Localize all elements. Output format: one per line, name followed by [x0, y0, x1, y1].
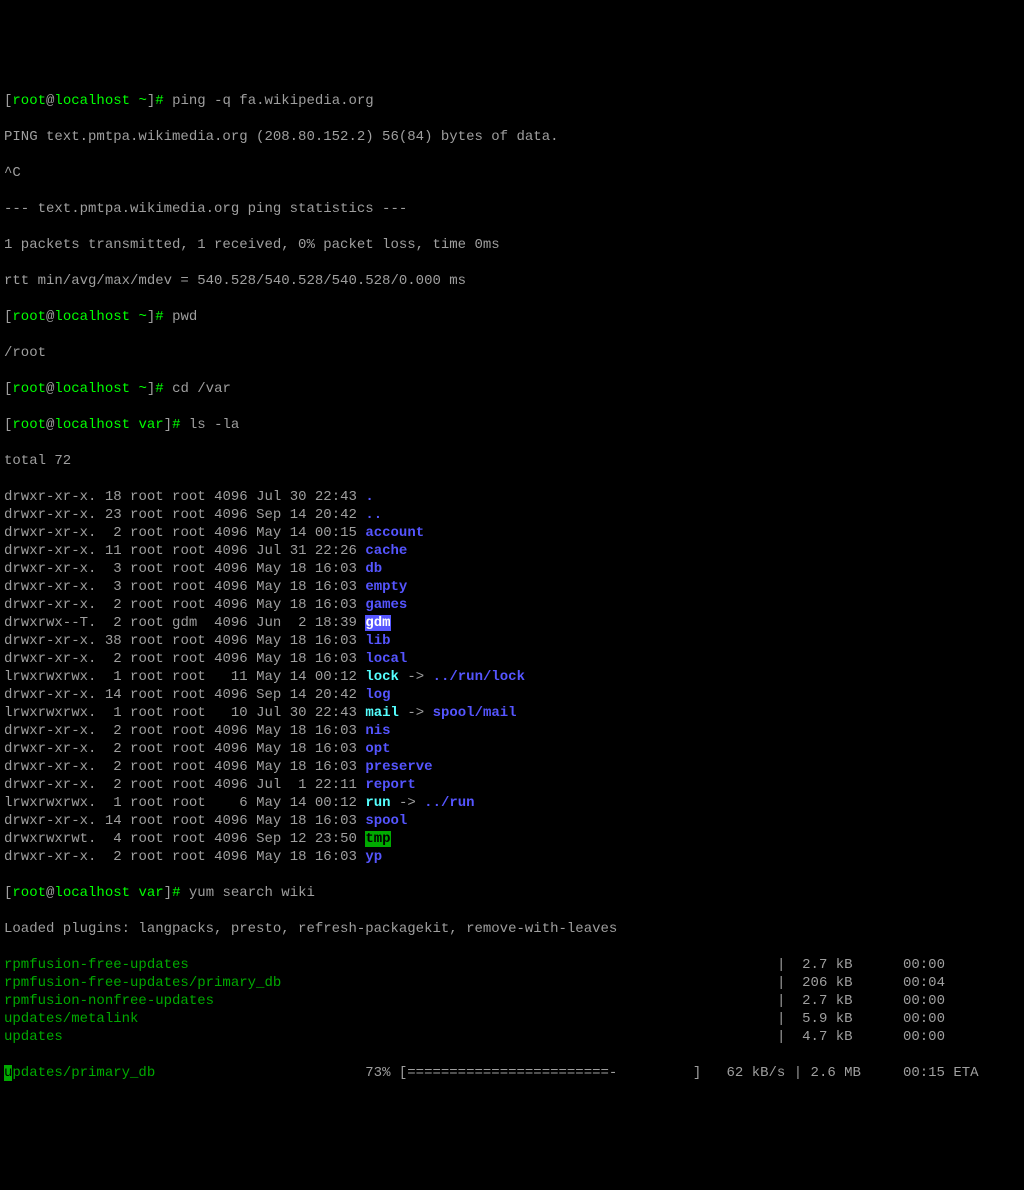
cmd-ping-line: [root@localhost ~]# ping -q fa.wikipedia… — [4, 92, 1020, 110]
ls-listing: drwxr-xr-x. 18 root root 4096 Jul 30 22:… — [4, 488, 1020, 866]
ls-row: drwxr-xr-x. 2 root root 4096 May 18 16:0… — [4, 740, 1020, 758]
yum-row: rpmfusion-free-updates | 2.7 kB 00:00 — [4, 956, 1020, 974]
ls-row: lrwxrwxrwx. 1 root root 6 May 14 00:12 r… — [4, 794, 1020, 812]
cmd-ls-line: [root@localhost var]# ls -la — [4, 416, 1020, 434]
yum-row: updates | 4.7 kB 00:00 — [4, 1028, 1020, 1046]
ping-out-5: rtt min/avg/max/mdev = 540.528/540.528/5… — [4, 272, 1020, 290]
terminal[interactable]: [root@localhost ~]# ping -q fa.wikipedia… — [4, 74, 1020, 1100]
ping-out-2: ^C — [4, 164, 1020, 182]
ls-row: drwxr-xr-x. 3 root root 4096 May 18 16:0… — [4, 560, 1020, 578]
yum-row: rpmfusion-nonfree-updates | 2.7 kB 00:00 — [4, 992, 1020, 1010]
ls-row: drwxr-xr-x. 11 root root 4096 Jul 31 22:… — [4, 542, 1020, 560]
ping-out-4: 1 packets transmitted, 1 received, 0% pa… — [4, 236, 1020, 254]
cmd-yum-line: [root@localhost var]# yum search wiki — [4, 884, 1020, 902]
ls-row: lrwxrwxrwx. 1 root root 11 May 14 00:12 … — [4, 668, 1020, 686]
ls-row: drwxr-xr-x. 2 root root 4096 May 18 16:0… — [4, 848, 1020, 866]
ls-row: drwxrwx--T. 2 root gdm 4096 Jun 2 18:39 … — [4, 614, 1020, 632]
ls-row: drwxrwxrwt. 4 root root 4096 Sep 12 23:5… — [4, 830, 1020, 848]
ls-row: drwxr-xr-x. 2 root root 4096 May 18 16:0… — [4, 722, 1020, 740]
ls-row: drwxr-xr-x. 38 root root 4096 May 18 16:… — [4, 632, 1020, 650]
ls-row: drwxr-xr-x. 2 root root 4096 May 18 16:0… — [4, 596, 1020, 614]
ping-out-3: --- text.pmtpa.wikimedia.org ping statis… — [4, 200, 1020, 218]
ping-out-1: PING text.pmtpa.wikimedia.org (208.80.15… — [4, 128, 1020, 146]
yum-row: rpmfusion-free-updates/primary_db | 206 … — [4, 974, 1020, 992]
ls-row: drwxr-xr-x. 2 root root 4096 May 18 16:0… — [4, 758, 1020, 776]
yum-plugins: Loaded plugins: langpacks, presto, refre… — [4, 920, 1020, 938]
yum-progress: updates/primary_db 73% [================… — [4, 1064, 1020, 1082]
pwd-out: /root — [4, 344, 1020, 362]
ls-row: drwxr-xr-x. 2 root root 4096 Jul 1 22:11… — [4, 776, 1020, 794]
ls-row: drwxr-xr-x. 18 root root 4096 Jul 30 22:… — [4, 488, 1020, 506]
ls-row: lrwxrwxrwx. 1 root root 10 Jul 30 22:43 … — [4, 704, 1020, 722]
cmd-cd-line: [root@localhost ~]# cd /var — [4, 380, 1020, 398]
ls-row: drwxr-xr-x. 2 root root 4096 May 18 16:0… — [4, 650, 1020, 668]
ls-row: drwxr-xr-x. 2 root root 4096 May 14 00:1… — [4, 524, 1020, 542]
ls-row: drwxr-xr-x. 3 root root 4096 May 18 16:0… — [4, 578, 1020, 596]
yum-row: updates/metalink | 5.9 kB 00:00 — [4, 1010, 1020, 1028]
ls-row: drwxr-xr-x. 14 root root 4096 May 18 16:… — [4, 812, 1020, 830]
ls-row: drwxr-xr-x. 23 root root 4096 Sep 14 20:… — [4, 506, 1020, 524]
ls-total: total 72 — [4, 452, 1020, 470]
cmd-pwd-line: [root@localhost ~]# pwd — [4, 308, 1020, 326]
yum-repo-list: rpmfusion-free-updates | 2.7 kB 00:00rpm… — [4, 956, 1020, 1046]
ls-row: drwxr-xr-x. 14 root root 4096 Sep 14 20:… — [4, 686, 1020, 704]
